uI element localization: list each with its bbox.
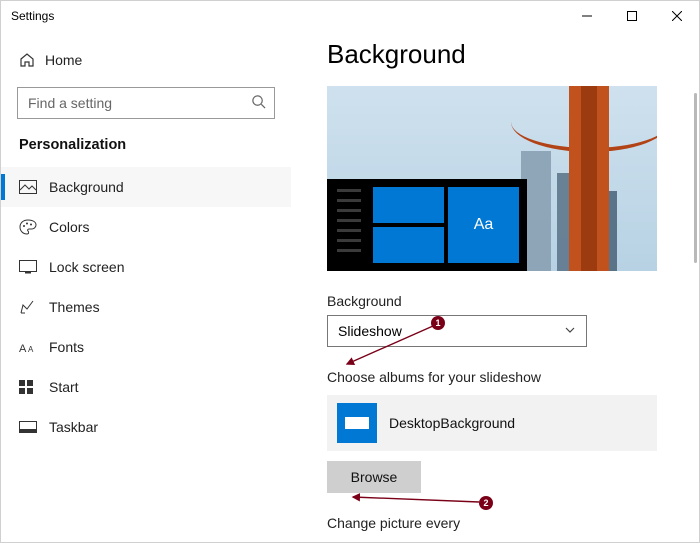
themes-icon <box>19 299 49 315</box>
lock-screen-icon <box>19 260 49 274</box>
albums-label: Choose albums for your slideshow <box>327 369 665 385</box>
background-dropdown[interactable]: Slideshow <box>327 315 587 347</box>
sidebar: Home Find a setting Personalization Back… <box>1 31 291 542</box>
search-icon <box>251 94 266 112</box>
sidebar-item-label: Lock screen <box>49 259 124 275</box>
sidebar-item-fonts[interactable]: AA Fonts <box>1 327 291 367</box>
sidebar-nav: Background Colors Lock screen Themes <box>1 167 291 447</box>
home-nav[interactable]: Home <box>1 41 291 79</box>
sidebar-item-label: Colors <box>49 219 89 235</box>
home-icon <box>19 52 45 68</box>
start-icon <box>19 380 49 394</box>
sidebar-item-label: Fonts <box>49 339 84 355</box>
picture-icon <box>19 180 49 194</box>
palette-icon <box>19 219 49 235</box>
sidebar-item-colors[interactable]: Colors <box>1 207 291 247</box>
titlebar: Settings <box>1 1 699 31</box>
folder-icon <box>337 403 377 443</box>
home-label: Home <box>45 52 82 68</box>
svg-text:A: A <box>19 343 27 354</box>
page-title: Background <box>327 39 665 70</box>
sidebar-item-themes[interactable]: Themes <box>1 287 291 327</box>
minimize-button[interactable] <box>564 1 609 31</box>
sidebar-item-label: Taskbar <box>49 419 98 435</box>
maximize-button[interactable] <box>609 1 654 31</box>
browse-button[interactable]: Browse <box>327 461 421 493</box>
fonts-icon: AA <box>19 340 49 354</box>
sidebar-item-label: Start <box>49 379 79 395</box>
annotation-arrow-2 <box>349 491 483 507</box>
window-title: Settings <box>11 9 54 23</box>
change-every-label: Change picture every <box>327 515 665 531</box>
album-item[interactable]: DesktopBackground <box>327 395 657 451</box>
background-field-label: Background <box>327 293 665 309</box>
browse-label: Browse <box>351 469 398 485</box>
background-preview: Aa <box>327 86 657 271</box>
svg-text:A: A <box>28 345 34 354</box>
search-input[interactable]: Find a setting <box>17 87 275 119</box>
search-placeholder: Find a setting <box>28 95 251 111</box>
scrollbar[interactable] <box>694 93 697 263</box>
background-dropdown-value: Slideshow <box>338 323 564 339</box>
chevron-down-icon <box>564 323 576 339</box>
sidebar-section-title: Personalization <box>1 131 291 167</box>
annotation-marker-2: 2 <box>479 496 493 510</box>
sidebar-item-background[interactable]: Background <box>1 167 291 207</box>
sidebar-item-taskbar[interactable]: Taskbar <box>1 407 291 447</box>
sidebar-item-lockscreen[interactable]: Lock screen <box>1 247 291 287</box>
sidebar-item-label: Background <box>49 179 124 195</box>
album-name: DesktopBackground <box>389 415 515 431</box>
preview-tile-text: Aa <box>448 187 519 263</box>
main-panel: Background Aa Background Slideshow <box>291 31 699 542</box>
sidebar-item-label: Themes <box>49 299 100 315</box>
sidebar-item-start[interactable]: Start <box>1 367 291 407</box>
close-button[interactable] <box>654 1 699 31</box>
taskbar-icon <box>19 421 49 433</box>
